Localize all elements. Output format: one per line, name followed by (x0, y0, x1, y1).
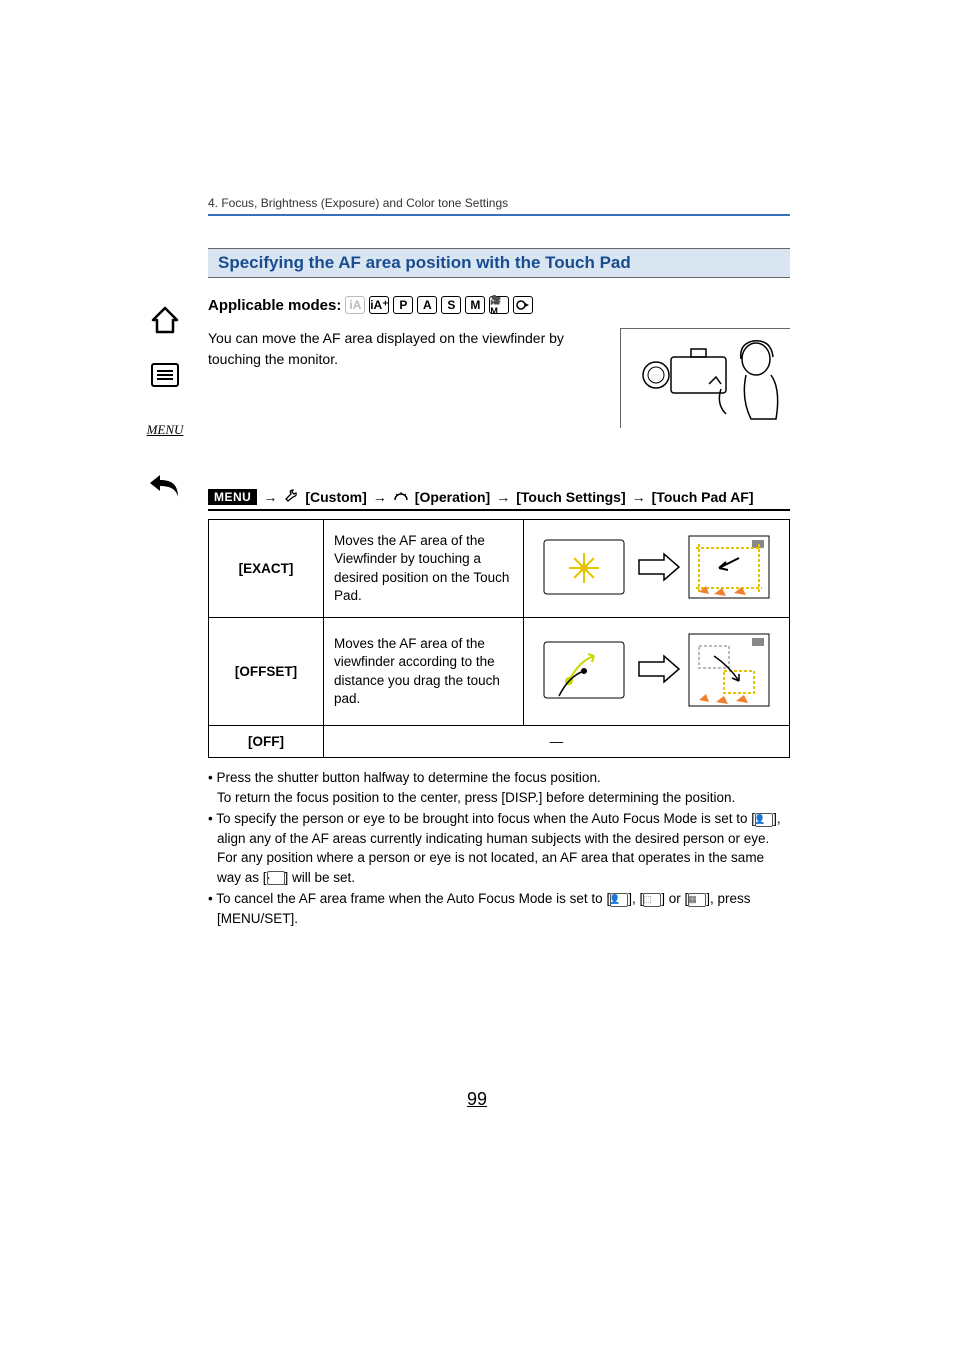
row-label: [OFF] (209, 726, 324, 758)
row-desc: — (324, 726, 790, 758)
back-icon[interactable] (145, 465, 185, 505)
mode-m-icon: M (465, 296, 485, 314)
table-row: [EXACT] Moves the AF area of the Viewfin… (209, 520, 790, 618)
row-illustration-offset (524, 618, 790, 726)
home-icon[interactable] (145, 300, 185, 340)
menu-path: MENU → [Custom] → [Operation] → [Touch S… (208, 488, 790, 511)
menu-touch-settings: [Touch Settings] (516, 489, 625, 505)
mode-c-icon (513, 296, 533, 314)
mode-a-icon: A (417, 296, 437, 314)
mode-ia-icon: iA (345, 296, 365, 314)
list-item: To cancel the AF area frame when the Aut… (208, 889, 790, 928)
arrow-icon: → (632, 489, 646, 505)
arrow-icon: → (373, 489, 387, 505)
mode-s-icon: S (441, 296, 461, 314)
illustration-camera-user (620, 328, 790, 428)
wrench-icon (283, 488, 299, 505)
menu-touch-pad-af: [Touch Pad AF] (652, 489, 754, 505)
mode-video-icon: 🎥M (489, 296, 509, 314)
menu-custom: [Custom] (305, 489, 366, 505)
intro-text: You can move the AF area displayed on th… (208, 328, 600, 428)
dial-icon (393, 489, 409, 505)
row-illustration-exact (524, 520, 790, 618)
section-title: Specifying the AF area position with the… (208, 248, 790, 278)
multi-area-icon: ▦ (688, 893, 706, 907)
arrow-icon: → (263, 489, 277, 505)
notes-list: Press the shutter button halfway to dete… (208, 768, 790, 929)
tracking-icon: ⬚ (643, 893, 661, 907)
menu-operation: [Operation] (415, 489, 490, 505)
divider (208, 214, 790, 216)
list-item: Press the shutter button halfway to dete… (208, 768, 790, 807)
note-text: To cancel the AF area frame when the Aut… (216, 891, 750, 926)
menu-icon[interactable]: MENU (145, 410, 185, 450)
applicable-modes: Applicable modes: iA iA⁺ P A S M 🎥M (208, 296, 790, 314)
row-label: [OFFSET] (209, 618, 324, 726)
face-detect-icon: 👤 (755, 813, 773, 827)
area-icon: ▪ (267, 871, 285, 885)
row-desc: Moves the AF area of the Viewfinder by t… (324, 520, 524, 618)
row-desc: Moves the AF area of the viewfinder acco… (324, 618, 524, 726)
row-label: [EXACT] (209, 520, 324, 618)
menu-badge-icon: MENU (208, 489, 257, 505)
arrow-icon: → (496, 489, 510, 505)
table-row: [OFFSET] Moves the AF area of the viewfi… (209, 618, 790, 726)
mode-iaplus-icon: iA⁺ (369, 296, 389, 314)
page-number[interactable]: 99 (0, 1089, 954, 1110)
list-item: To specify the person or eye to be broug… (208, 809, 790, 887)
face-detect-icon: 👤 (610, 893, 628, 907)
mode-p-icon: P (393, 296, 413, 314)
note-text: To specify the person or eye to be broug… (216, 811, 780, 885)
settings-table: [EXACT] Moves the AF area of the Viewfin… (208, 519, 790, 758)
toc-icon[interactable] (145, 355, 185, 395)
table-row: [OFF] — (209, 726, 790, 758)
chapter-title: 4. Focus, Brightness (Exposure) and Colo… (208, 196, 790, 210)
modes-label: Applicable modes: (208, 297, 341, 314)
note-text: Press the shutter button halfway to dete… (216, 770, 735, 805)
